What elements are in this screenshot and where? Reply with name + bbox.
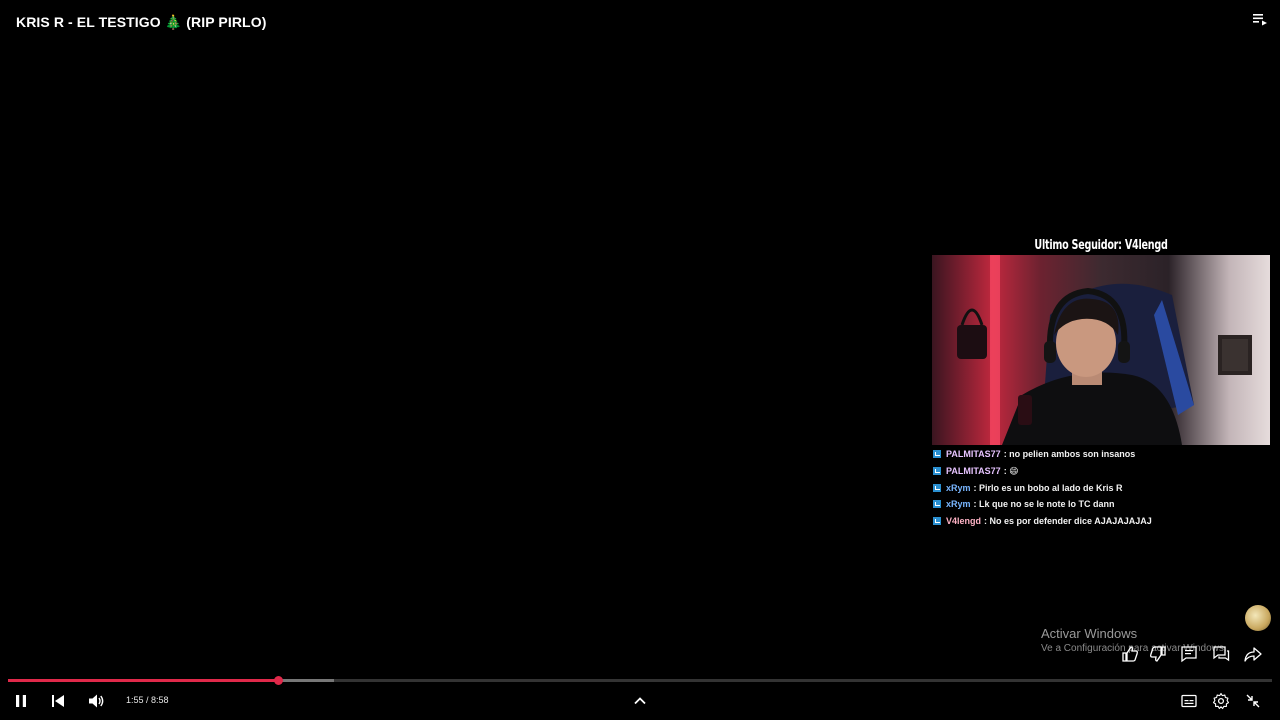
- exit-fullscreen-icon[interactable]: [1244, 692, 1262, 710]
- chat-username: V4lengd: [946, 516, 982, 527]
- channel-avatar[interactable]: [1245, 605, 1271, 631]
- stream-chat: PALMITAS77 : no pelien ambos son insanos…: [932, 446, 1270, 529]
- progress-scrubber[interactable]: [274, 676, 284, 685]
- video-title: KRIS R - EL TESTIGO 🎄 (RIP PIRLO): [16, 14, 267, 30]
- twitch-badge-icon: [933, 483, 941, 492]
- chat-text: : 😄: [1003, 465, 1019, 476]
- progress-bar[interactable]: [8, 676, 1272, 685]
- twitch-badge-icon: [933, 450, 941, 459]
- chat-text: : Pirlo es un bobo al lado de Kris R: [973, 482, 1123, 493]
- time-display: 1:55 / 8:58: [126, 695, 169, 705]
- windows-activation-title: Activar Windows: [1041, 626, 1138, 641]
- chat-text: : Lk que no se le note lo TC dann: [973, 499, 1115, 510]
- twitch-badge-icon: [933, 500, 941, 509]
- twitch-badge-icon: [933, 467, 941, 476]
- chat-message: V4lengd : No es por defender dice AJAJAJ…: [932, 513, 1270, 530]
- chat-username: xRym: [946, 482, 971, 493]
- chat-username: PALMITAS77: [946, 449, 1001, 460]
- chat-message: xRym : Pirlo es un bobo al lado de Kris …: [932, 479, 1270, 496]
- share-icon[interactable]: [1244, 645, 1262, 663]
- comment-icon[interactable]: [1180, 645, 1198, 663]
- gear-icon[interactable]: [1212, 692, 1230, 710]
- chat-text: : no pelien ambos son insanos: [1003, 449, 1136, 460]
- chat-username: PALMITAS77: [946, 466, 1001, 477]
- chat-icon[interactable]: [1212, 645, 1230, 663]
- chat-username: xRym: [946, 499, 971, 510]
- chat-message: xRym : Lk que no se le note lo TC dann: [932, 496, 1270, 513]
- chat-text: : No es por defender dice AJAJAJAJAJ: [984, 516, 1152, 527]
- captions-icon[interactable]: [1180, 692, 1198, 710]
- volume-icon[interactable]: [87, 692, 105, 710]
- playlist-icon[interactable]: [1252, 12, 1268, 26]
- twitch-badge-icon: [933, 517, 941, 526]
- webcam-feed: [932, 255, 1270, 445]
- previous-icon[interactable]: [49, 692, 67, 710]
- pause-icon[interactable]: [12, 692, 30, 710]
- chat-message: PALMITAS77 : 😄: [932, 463, 1270, 480]
- thumb-up-icon[interactable]: [1121, 645, 1139, 663]
- progress-played: [8, 679, 279, 682]
- chat-message: PALMITAS77 : no pelien ambos son insanos: [932, 446, 1270, 463]
- thumb-down-icon[interactable]: [1149, 645, 1167, 663]
- chevron-up-icon[interactable]: [631, 692, 649, 710]
- follower-banner: Ultimo Seguidor: V4lengd: [1034, 238, 1168, 253]
